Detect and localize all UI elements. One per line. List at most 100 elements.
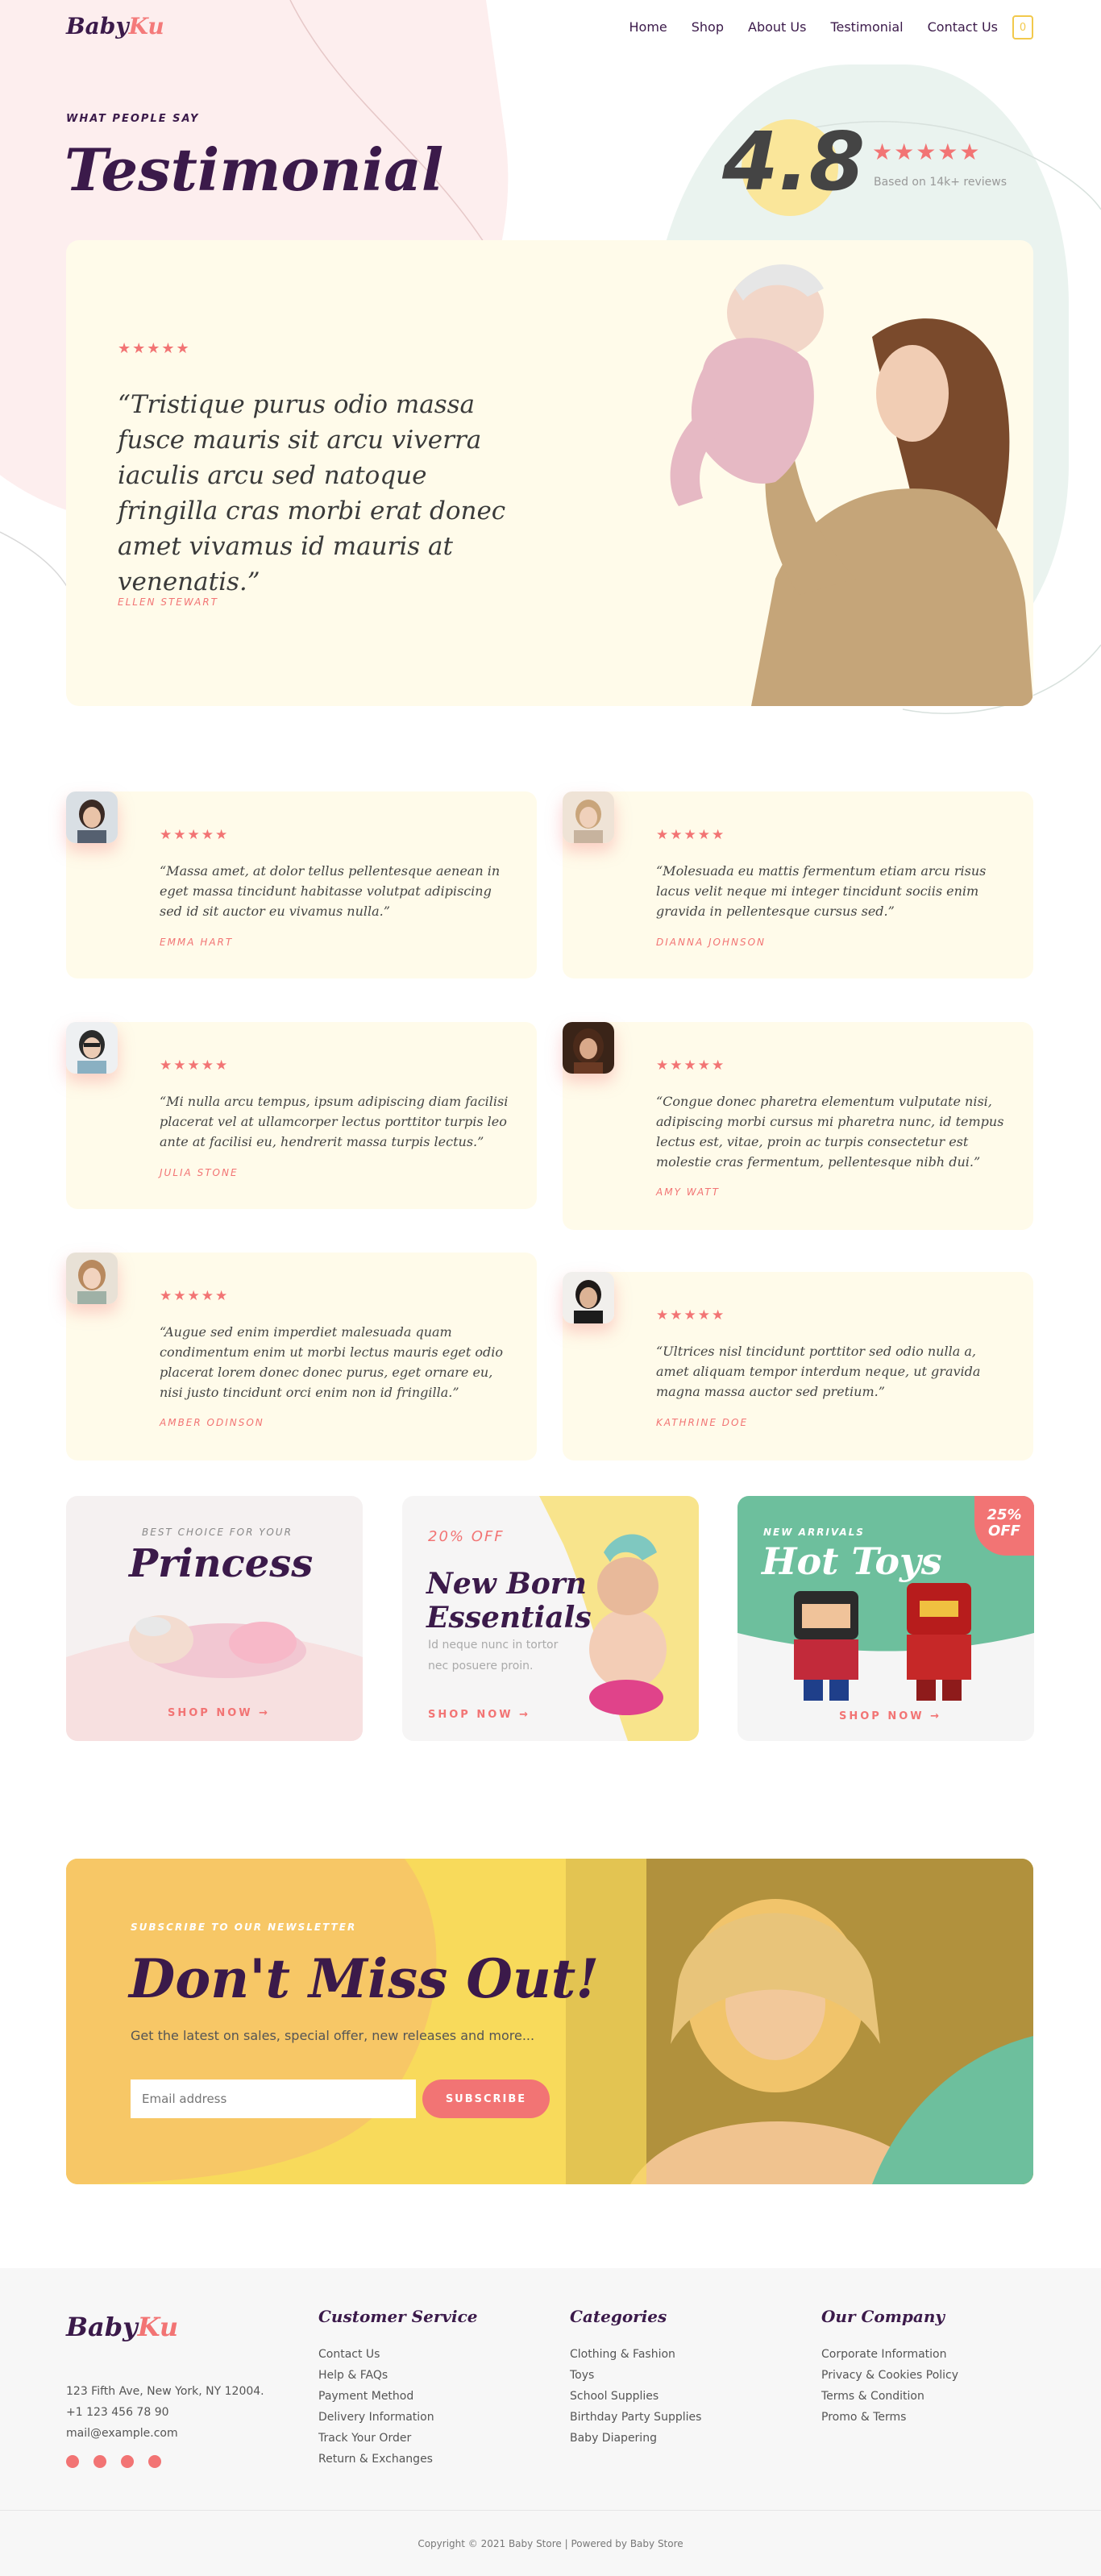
review-stars: ★★★★★ — [160, 1288, 230, 1304]
shop-now-link[interactable]: SHOP NOW → — [168, 1707, 270, 1719]
main-nav: Home Shop About Us Testimonial Contact U… — [629, 19, 999, 35]
shop-now-link[interactable]: SHOP NOW → — [839, 1710, 941, 1722]
promo-kicker: BEST CHOICE FOR YOUR — [142, 1527, 293, 1538]
footer-column-categories: Categories Clothing & Fashion Toys Schoo… — [570, 2307, 701, 2449]
reviewer-avatar — [66, 1022, 118, 1074]
promo-title: Princess — [129, 1541, 314, 1586]
footer-phone[interactable]: +1 123 456 78 90 — [66, 2402, 264, 2423]
reviewer-avatar — [563, 791, 614, 843]
facebook-icon[interactable] — [66, 2455, 79, 2468]
footer-bottom-bar: Copyright © 2021 Baby Store | Powered by… — [0, 2510, 1101, 2576]
review-stars: ★★★★★ — [656, 827, 726, 843]
footer-link[interactable]: Payment Method — [318, 2386, 478, 2407]
footer-link[interactable]: Promo & Terms — [821, 2407, 958, 2428]
promo-card-princess[interactable]: BEST CHOICE FOR YOUR Princess SHOP NOW → — [66, 1496, 363, 1741]
newsletter-subtitle: Get the latest on sales, special offer, … — [131, 2028, 535, 2043]
twitter-icon[interactable] — [93, 2455, 106, 2468]
promo-kicker: NEW ARRIVALS — [763, 1527, 865, 1538]
mother-baby-photo — [670, 264, 1033, 706]
promo-card-hot-toys[interactable]: 25% OFF NEW ARRIVALS Hot Toys SHOP NOW → — [737, 1496, 1034, 1741]
review-stars: ★★★★★ — [160, 1057, 230, 1074]
rating-score: 4.8 — [722, 114, 866, 209]
youtube-icon[interactable] — [148, 2455, 161, 2468]
newsletter-background — [66, 1859, 1033, 2184]
newsletter-kicker: SUBSCRIBE TO OUR NEWSLETTER — [131, 1922, 357, 1933]
review-stars: ★★★★★ — [656, 1057, 726, 1074]
reviewer-name: AMY WATT — [656, 1186, 720, 1198]
footer-contact-info: 123 Fifth Ave, New York, NY 12004. +1 12… — [66, 2381, 264, 2444]
site-header: BabyKu Home Shop About Us Testimonial Co… — [0, 0, 1101, 56]
promo-card-newborn[interactable]: 20% OFF New Born Essentials Id neque nunc… — [402, 1496, 699, 1741]
newsletter-section: SUBSCRIBE TO OUR NEWSLETTER Don't Miss O… — [66, 1859, 1033, 2184]
footer-address: 123 Fifth Ave, New York, NY 12004. — [66, 2385, 264, 2398]
review-card: ★★★★★ “Massa amet, at dolor tellus pelle… — [66, 791, 537, 978]
featured-quote: “Tristique purus odio massa fusce mauris… — [118, 390, 506, 596]
cart-count: 0 — [1019, 21, 1027, 34]
footer-column-title: Our Company — [821, 2307, 945, 2326]
review-card: ★★★★★ “Mi nulla arcu tempus, ipsum adipi… — [66, 1022, 537, 1209]
footer-link[interactable]: Delivery Information — [318, 2407, 478, 2428]
reviewer-name: KATHRINE DOE — [656, 1417, 749, 1428]
rating-subtext: Based on 14k+ reviews — [874, 176, 1008, 189]
reviewer-avatar — [66, 1253, 118, 1304]
promo-title: Hot Toys — [762, 1539, 942, 1583]
newsletter-title: Don't Miss Out! — [129, 1947, 600, 2010]
featured-author: ELLEN STEWART — [118, 596, 218, 608]
email-input[interactable] — [131, 2079, 416, 2118]
toy-figures-image — [794, 1583, 971, 1701]
review-stars: ★★★★★ — [656, 1307, 726, 1323]
reviewer-avatar — [66, 791, 118, 843]
footer-link[interactable]: Help & FAQs — [318, 2365, 478, 2386]
footer-link[interactable]: Privacy & Cookies Policy — [821, 2365, 958, 2386]
shop-now-link[interactable]: SHOP NOW → — [428, 1709, 530, 1721]
review-quote: “Congue donec pharetra elementum vulputa… — [656, 1094, 1004, 1170]
footer-logo[interactable]: BabyKu — [66, 2312, 178, 2342]
review-quote: “Molesuada eu mattis fermentum etiam arc… — [656, 863, 987, 919]
nav-shop[interactable]: Shop — [692, 19, 724, 35]
review-quote: “Mi nulla arcu tempus, ipsum adipiscing … — [160, 1094, 509, 1149]
cart-icon[interactable]: 0 — [1012, 15, 1033, 39]
footer-column-our-company: Our Company Corporate Information Privac… — [821, 2307, 958, 2428]
footer-link[interactable]: Baby Diapering — [570, 2428, 701, 2449]
review-quote: “Massa amet, at dolor tellus pellentesqu… — [160, 863, 501, 919]
footer-link[interactable]: Track Your Order — [318, 2428, 478, 2449]
reviewer-name: EMMA HART — [160, 937, 234, 948]
footer-column-title: Categories — [570, 2307, 667, 2326]
footer-link[interactable]: Toys — [570, 2365, 701, 2386]
instagram-icon[interactable] — [121, 2455, 134, 2468]
promo-description: Id neque nunc in tortor nec posuere proin… — [428, 1639, 559, 1672]
review-quote: “Augue sed enim imperdiet malesuada quam… — [160, 1324, 504, 1400]
review-quote: “Ultrices nisl tincidunt porttitor sed o… — [656, 1344, 981, 1399]
footer-link[interactable]: School Supplies — [570, 2386, 701, 2407]
reviewer-name: DIANNA JOHNSON — [656, 937, 766, 948]
promo-discount: 20% OFF — [428, 1528, 505, 1545]
footer-link[interactable]: Return & Exchanges — [318, 2449, 478, 2470]
footer-email[interactable]: mail@example.com — [66, 2423, 264, 2444]
footer-link[interactable]: Birthday Party Supplies — [570, 2407, 701, 2428]
nav-contact-us[interactable]: Contact Us — [928, 19, 998, 35]
subscribe-button[interactable]: SUBSCRIBE — [422, 2079, 550, 2118]
footer-column-customer-service: Customer Service Contact Us Help & FAQs … — [318, 2307, 478, 2470]
nav-testimonial[interactable]: Testimonial — [830, 19, 903, 35]
page-title: Testimonial — [64, 135, 444, 204]
review-card: ★★★★★ “Ultrices nisl tincidunt porttitor… — [563, 1272, 1033, 1460]
site-logo[interactable]: BabyKu — [66, 13, 164, 39]
review-card: ★★★★★ “Congue donec pharetra elementum v… — [563, 1022, 1033, 1230]
reviewer-name: AMBER ODINSON — [160, 1417, 264, 1428]
footer-link[interactable]: Contact Us — [318, 2344, 478, 2365]
featured-testimonial-card: ★★★★★ “Tristique purus odio massa fusce … — [66, 240, 1033, 706]
promo-title: New Born Essentials — [426, 1567, 592, 1635]
nav-home[interactable]: Home — [629, 19, 667, 35]
footer-link[interactable]: Corporate Information — [821, 2344, 958, 2365]
nav-about-us[interactable]: About Us — [748, 19, 806, 35]
footer-column-title: Customer Service — [318, 2307, 478, 2326]
review-card: ★★★★★ “Augue sed enim imperdiet malesuad… — [66, 1253, 537, 1460]
reviewer-avatar — [563, 1272, 614, 1323]
review-stars: ★★★★★ — [160, 827, 230, 843]
footer-link[interactable]: Clothing & Fashion — [570, 2344, 701, 2365]
baby-girl-image — [589, 1534, 667, 1715]
featured-stars: ★★★★★ — [118, 340, 191, 357]
section-kicker: WHAT PEOPLE SAY — [66, 113, 200, 125]
footer-link[interactable]: Terms & Condition — [821, 2386, 958, 2407]
site-footer: BabyKu 123 Fifth Ave, New York, NY 12004… — [0, 2268, 1101, 2576]
